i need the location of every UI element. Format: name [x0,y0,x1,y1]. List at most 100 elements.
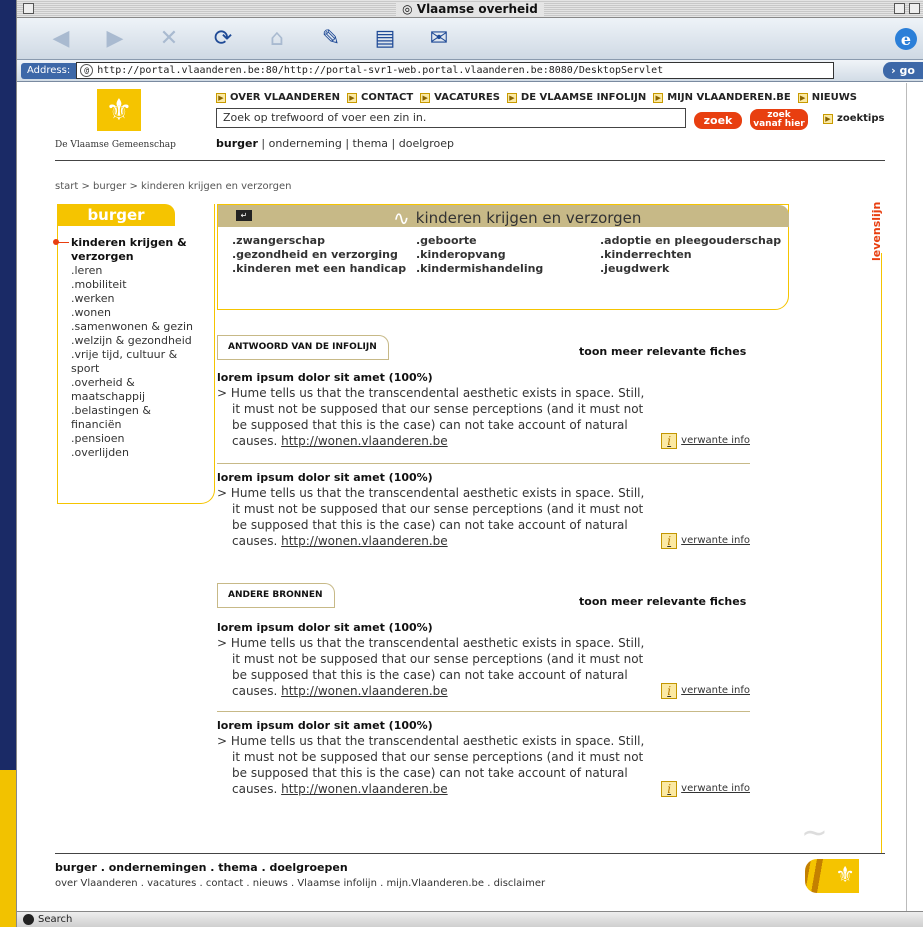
topic-link[interactable]: .zwangerschap [232,234,416,247]
topic-link[interactable]: .kindermishandeling [416,262,600,275]
title-bar[interactable]: ◎ Vlaamse overheid [17,0,923,18]
topic-link[interactable]: .kinderopvang [416,248,600,261]
sidebar-item[interactable]: .leren [71,264,201,278]
footer-logo[interactable]: ⚜ [805,859,859,893]
sidebar-item[interactable]: .mobiliteit [71,278,201,292]
result-text: > Hume tells us that the transcendental … [217,386,645,448]
search-input[interactable]: Zoek op trefwoord of voer een zin in. [216,108,686,128]
desktop-edge-dark [0,0,16,770]
result-link[interactable]: http://wonen.vlaanderen.be [281,434,448,448]
more-relevant-link[interactable]: toon meer relevante fiches [579,595,746,608]
page-content: ⚜ De Vlaamse Gemeenschap ▶ OVER VLAANDERE… [17,83,907,911]
result-title[interactable]: lorem ipsum dolor sit amet (100%) [217,719,750,733]
result-divider [217,463,750,464]
back-arrow-icon[interactable]: ◀ [47,26,75,51]
footer-links[interactable]: over Vlaanderen . vacatures . contact . … [55,878,545,889]
topnav-item[interactable]: ▶ NIEUWS [797,92,857,103]
footer-divider [55,853,885,854]
sidebar-item[interactable]: .welzijn & gezondheid [71,334,201,348]
browser-window: ◎ Vlaamse overheid ◀ ▶ ✕ ⟳ ⌂ ✎ ▤ ✉ e Add… [16,0,923,927]
right-border-line [881,253,882,853]
vertical-scrollbar[interactable] [906,83,923,911]
sidebar-item[interactable]: .overheid & maatschappij [71,376,201,404]
related-info-link[interactable]: i verwante info [661,533,750,549]
breadcrumb[interactable]: start > burger > kinderen krijgen en ver… [55,181,291,192]
result-title[interactable]: lorem ipsum dolor sit amet (100%) [217,621,750,635]
topnav-item[interactable]: ▶ MIJN VLAANDEREN.BE [653,92,791,103]
home-icon[interactable]: ⌂ [263,26,291,51]
arrow-icon: ▶ [823,113,833,124]
topnav-item[interactable]: ▶ CONTACT [346,92,413,103]
zoektips-link[interactable]: ▶ zoektips [823,113,884,124]
result-link[interactable]: http://wonen.vlaanderen.be [281,782,448,796]
result-link[interactable]: http://wonen.vlaanderen.be [281,534,448,548]
result-item: lorem ipsum dolor sit amet (100%) > Hume… [217,471,750,555]
topic-header: ↵ ∿ kinderen krijgen en verzorgen [218,205,789,230]
refresh-icon[interactable]: ⟳ [209,26,237,51]
topnav-item[interactable]: ▶ OVER VLAANDEREN [216,92,340,103]
address-bar: Address: @ http://portal.vlaanderen.be:8… [17,60,923,82]
sidebar-item[interactable]: .overlijden [71,446,201,460]
sidebar-tab[interactable]: burger [57,204,175,226]
related-info-link[interactable]: i verwante info [661,781,750,797]
favorites-icon[interactable]: ✎ [317,26,345,51]
close-box-icon[interactable] [23,3,34,14]
topic-link[interactable]: .jeugdwerk [600,262,782,275]
related-info-link[interactable]: i verwante info [661,683,750,699]
sidebar-item[interactable]: .pensioen [71,432,201,446]
info-icon: i [661,683,678,699]
topic-links: .zwangerschap .geboorte .adoptie en plee… [232,234,782,275]
result-item: lorem ipsum dolor sit amet (100%) > Hume… [217,719,750,803]
mail-icon[interactable]: ✉ [425,26,453,51]
zoek-button[interactable]: zoek [694,112,742,129]
sidebar-item[interactable]: .samenwonen & gezin [71,320,201,334]
ie-logo-icon: e [895,28,917,50]
topic-link[interactable]: .geboorte [416,234,600,247]
subnav-burger[interactable]: burger [216,137,258,150]
flemish-lion-logo[interactable]: ⚜ [97,89,141,131]
footer-main-links[interactable]: burger . ondernemingen . thema . doelgro… [55,861,348,874]
address-input[interactable]: @ http://portal.vlaanderen.be:80/http://… [76,62,835,79]
result-text: > Hume tells us that the transcendental … [217,636,645,698]
sub-navigation: burger | onderneming | thema | doelgroep [216,137,454,150]
address-url: http://portal.vlaanderen.be:80/http://po… [97,65,664,76]
stop-icon[interactable]: ✕ [155,26,183,51]
status-bar: Search [17,911,923,927]
more-relevant-link[interactable]: toon meer relevante fiches [579,345,746,358]
subnav-rest[interactable]: | onderneming | thema | doelgroep [258,137,454,150]
result-title[interactable]: lorem ipsum dolor sit amet (100%) [217,471,750,485]
back-icon[interactable]: ↵ [236,210,252,221]
print-icon[interactable]: ▤ [371,26,399,51]
go-button[interactable]: › go [883,62,923,79]
result-item: lorem ipsum dolor sit amet (100%) > Hume… [217,371,750,455]
sidebar-item[interactable]: .werken [71,292,201,306]
top-navigation: ▶ OVER VLAANDEREN ▶ CONTACT ▶ VACATURES ▶ DE… [216,92,857,103]
arrow-icon: ▶ [346,93,357,103]
topnav-item[interactable]: ▶ DE VLAAMSE INFOLIJN [506,92,646,103]
levenslijn-label[interactable]: levenslijn [870,201,884,261]
zoek-vanaf-hier-button[interactable]: zoek vanaf hier [750,109,808,130]
topic-link[interactable]: .gezondheid en verzorging [232,248,416,261]
topnav-item[interactable]: ▶ VACATURES [420,92,500,103]
sidebar-item[interactable]: .vrije tijd, cultuur & sport [71,348,201,376]
topic-link[interactable]: .kinderen met een handicap [232,262,416,275]
zoom-box-icon[interactable] [894,3,905,14]
forward-arrow-icon[interactable]: ▶ [101,26,129,51]
window-title: ◎ Vlaamse overheid [396,1,544,16]
related-info-link[interactable]: i verwante info [661,433,750,449]
result-title[interactable]: lorem ipsum dolor sit amet (100%) [217,371,750,385]
section-underline [217,607,335,608]
sidebar-item-active[interactable]: kinderen krijgen & verzorgen [53,236,201,264]
collapse-box-icon[interactable] [909,3,920,14]
sidebar-item[interactable]: .belastingen & financiën [71,404,201,432]
result-link[interactable]: http://wonen.vlaanderen.be [281,684,448,698]
topic-link[interactable]: .kinderrechten [600,248,782,261]
info-icon: i [661,533,678,549]
logo-text: De Vlaamse Gemeenschap [55,140,176,150]
swoosh-decoration: ∼ [801,813,828,851]
sidebar-item[interactable]: .wonen [71,306,201,320]
info-icon: i [661,433,678,449]
result-item: lorem ipsum dolor sit amet (100%) > Hume… [217,621,750,705]
topic-link[interactable]: .adoptie en pleegouderschap [600,234,782,247]
status-text: Search [38,914,73,925]
